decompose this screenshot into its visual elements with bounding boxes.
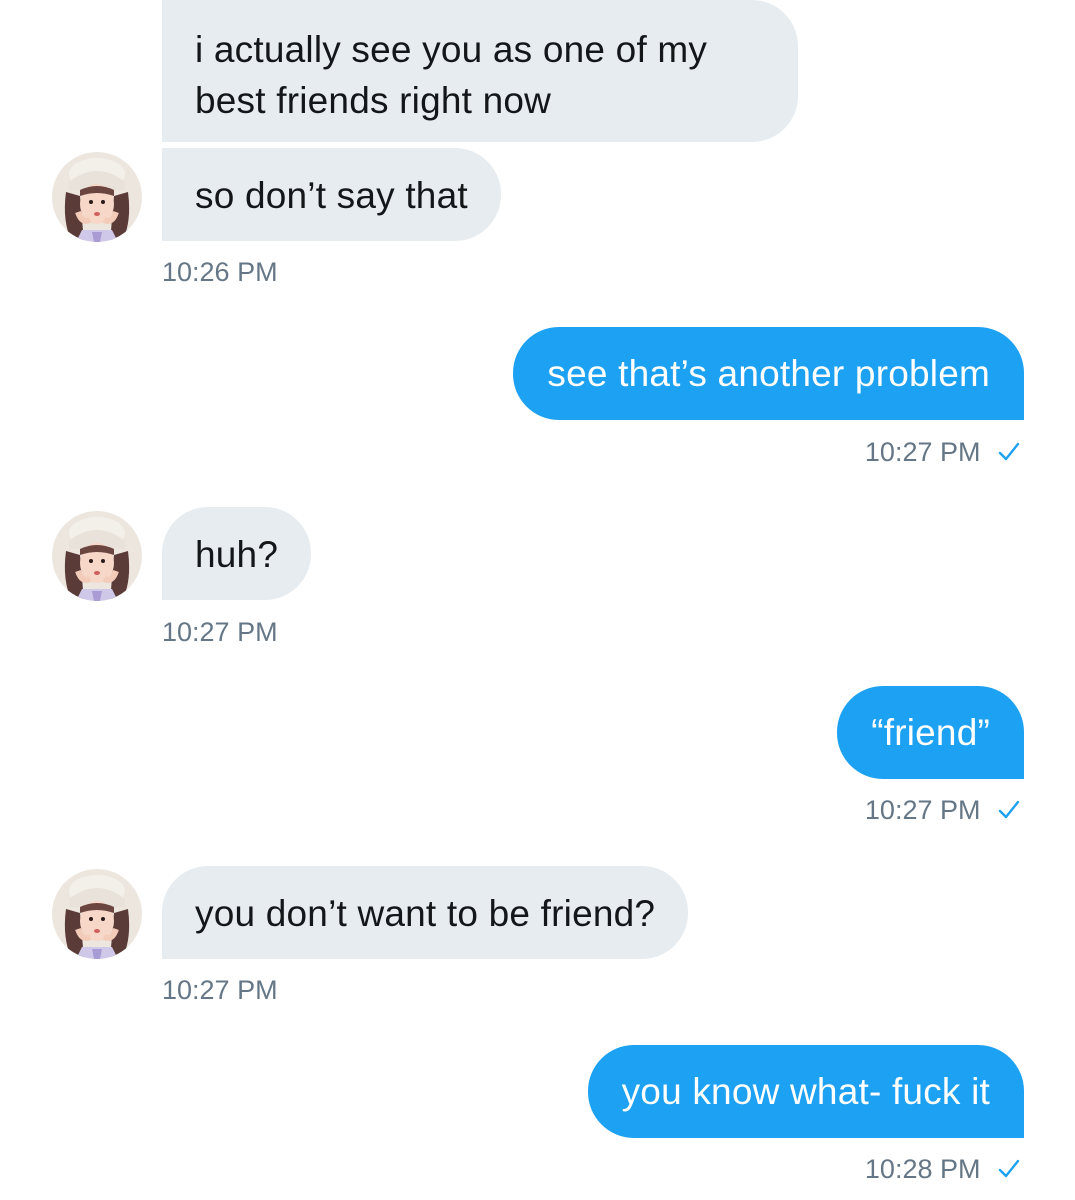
- avatar-photo-icon: [52, 869, 142, 959]
- message-text: “friend”: [871, 712, 990, 753]
- contact-avatar[interactable]: [52, 152, 142, 242]
- contact-avatar[interactable]: [52, 511, 142, 601]
- message-text-line: best friends right now: [195, 80, 552, 121]
- outgoing-message-bubble[interactable]: see that’s another problem: [513, 327, 1024, 420]
- message-text: you don’t want to be friend?: [195, 893, 656, 934]
- incoming-message-bubble[interactable]: huh?: [162, 507, 312, 600]
- message-text: you know what- fuck it: [621, 1071, 990, 1112]
- outgoing-message-bubble[interactable]: you know what- fuck it: [587, 1045, 1024, 1138]
- message-timestamp-row: 10:27 PM: [865, 436, 1020, 468]
- message-timestamp: 10:26 PM: [162, 257, 278, 287]
- message-text: huh?: [195, 534, 279, 575]
- avatar-photo-icon: [52, 511, 142, 601]
- message-timestamp-row: 10:28 PM: [865, 1153, 1020, 1185]
- contact-avatar[interactable]: [52, 869, 142, 959]
- dm-conversation: i actually see you as one of my best fri…: [0, 0, 1075, 1200]
- message-timestamp: 10:27 PM: [864, 795, 981, 825]
- avatar-photo-icon: [52, 152, 142, 242]
- message-timestamp: 10:27 PM: [864, 437, 981, 467]
- incoming-message-bubble[interactable]: i actually see you as one of my best fri…: [162, 0, 798, 142]
- incoming-message-bubble[interactable]: you don’t want to be friend?: [162, 866, 689, 959]
- outgoing-message-bubble[interactable]: “friend”: [837, 686, 1024, 779]
- checkmark-icon: [998, 1159, 1020, 1178]
- checkmark-icon: [998, 442, 1020, 461]
- checkmark-icon: [998, 800, 1020, 819]
- message-timestamp: 10:28 PM: [864, 1154, 981, 1184]
- message-text: so don’t say that: [195, 175, 468, 216]
- message-timestamp: 10:27 PM: [162, 975, 278, 1005]
- message-text-line: i actually see you as one of my: [195, 29, 708, 70]
- message-timestamp-row: 10:27 PM: [865, 794, 1020, 826]
- incoming-message-bubble[interactable]: so don’t say that: [162, 148, 501, 241]
- message-text: see that’s another problem: [547, 353, 990, 394]
- message-timestamp: 10:27 PM: [162, 617, 278, 647]
